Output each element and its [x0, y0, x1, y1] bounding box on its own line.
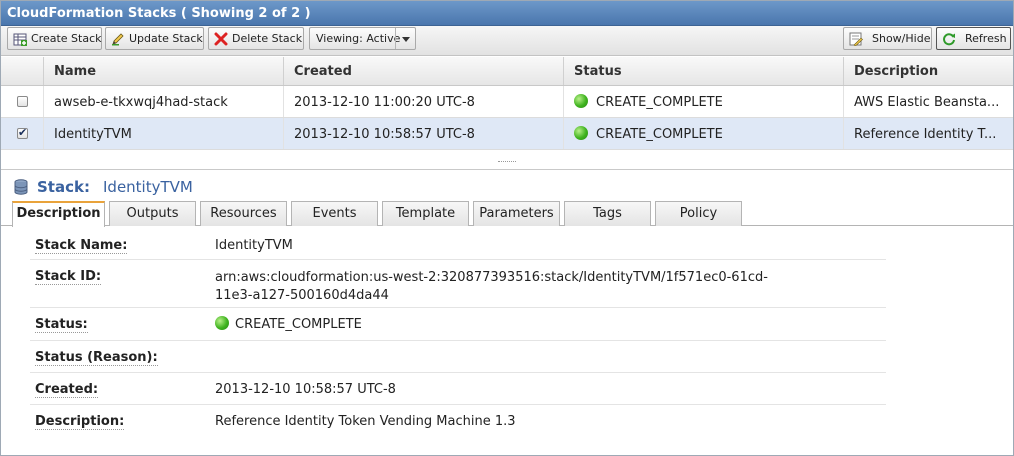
row-description-cell: AWS Elastic Beansta... — [844, 86, 1013, 117]
tab-description[interactable]: Description — [12, 201, 105, 227]
row-status: CREATE_COMPLETE — [596, 95, 723, 110]
database-icon — [14, 179, 28, 195]
detail-row-description: Description: Reference Identity Token Ve… — [30, 405, 886, 437]
detail-row-created: Created: 2013-12-10 10:58:57 UTC-8 — [30, 373, 886, 405]
header-name-label: Name — [54, 64, 97, 79]
row-status-cell: CREATE_COMPLETE — [564, 86, 844, 117]
stack-id-line2: 11e3-a127-500160d4da44 — [215, 288, 389, 303]
row-created: 2013-12-10 11:00:20 UTC-8 — [294, 95, 475, 110]
viewing-filter-dropdown[interactable]: Viewing: Active — [309, 27, 416, 50]
row-status-cell: CREATE_COMPLETE — [564, 118, 844, 149]
description-label: Description: — [35, 414, 125, 430]
header-created[interactable]: Created — [284, 57, 564, 85]
row-description: AWS Elastic Beansta... — [854, 95, 1000, 110]
detail-row-stack-name: Stack Name: IdentityTVM — [30, 230, 886, 260]
created-value: 2013-12-10 10:58:57 UTC-8 — [215, 382, 396, 397]
row-checkbox[interactable] — [17, 126, 28, 139]
stack-name-label: Stack Name: — [35, 238, 128, 254]
row-checkbox[interactable] — [17, 96, 28, 107]
create-stack-icon — [13, 33, 27, 46]
header-description[interactable]: Description — [844, 57, 1013, 85]
status-value: CREATE_COMPLETE — [235, 317, 362, 332]
update-stack-button[interactable]: Update Stack — [105, 27, 204, 50]
row-created-cell: 2013-12-10 10:58:57 UTC-8 — [284, 118, 564, 149]
row-description-cell: Reference Identity T... — [844, 118, 1013, 149]
stack-heading-value: IdentityTVM — [103, 178, 193, 196]
row-status: CREATE_COMPLETE — [596, 127, 723, 142]
stack-name-value: IdentityTVM — [215, 238, 293, 253]
show-hide-label: Show/Hide — [872, 32, 931, 45]
stack-id-line1: arn:aws:cloudformation:us-west-2:3208773… — [215, 270, 768, 285]
delete-stack-label: Delete Stack — [232, 32, 303, 45]
detail-row-status-reason: Status (Reason): — [30, 341, 886, 373]
pencil-icon — [112, 33, 124, 46]
stacks-grid-header: Name Created Status Description — [1, 57, 1013, 86]
detail-row-stack-id: Stack ID: arn:aws:cloudformation:us-west… — [30, 260, 886, 308]
status-value-wrap: CREATE_COMPLETE — [215, 316, 362, 334]
window-titlebar: CloudFormation Stacks ( Showing 2 of 2 ) — [1, 1, 1013, 26]
tab-events[interactable]: Events — [291, 201, 378, 226]
status-ok-icon — [574, 94, 588, 108]
refresh-label: Refresh — [965, 32, 1007, 45]
splitter-grip-icon[interactable] — [498, 161, 516, 165]
table-row[interactable]: awseb-e-tkxwqj4had-stack 2013-12-10 11:0… — [1, 86, 1013, 118]
tab-tags[interactable]: Tags — [564, 201, 651, 226]
row-select-cell — [1, 118, 44, 149]
header-select-column — [1, 57, 44, 85]
status-ok-icon — [215, 316, 229, 330]
refresh-button[interactable]: Refresh — [936, 27, 1011, 50]
header-name[interactable]: Name — [44, 57, 284, 85]
row-created-cell: 2013-12-10 11:00:20 UTC-8 — [284, 86, 564, 117]
chevron-down-icon[interactable] — [395, 28, 415, 49]
header-description-label: Description — [854, 64, 939, 79]
row-name-cell: IdentityTVM — [44, 118, 284, 149]
stack-id-label: Stack ID: — [35, 269, 102, 285]
status-reason-label: Status (Reason): — [35, 350, 158, 366]
tab-resources[interactable]: Resources — [200, 201, 287, 226]
tab-parameters[interactable]: Parameters — [473, 201, 560, 226]
refresh-icon — [943, 33, 955, 46]
create-stack-button[interactable]: Create Stack — [7, 27, 102, 50]
status-label: Status: — [35, 317, 88, 333]
row-name-cell: awseb-e-tkxwqj4had-stack — [44, 86, 284, 117]
detail-row-status: Status: CREATE_COMPLETE — [30, 308, 886, 341]
stack-heading-key: Stack: — [37, 178, 90, 196]
header-created-label: Created — [294, 64, 352, 79]
update-stack-label: Update Stack — [129, 32, 203, 45]
status-ok-icon — [574, 126, 588, 140]
viewing-filter-label: Viewing: Active — [316, 32, 401, 45]
header-status-label: Status — [574, 64, 622, 79]
row-created: 2013-12-10 10:58:57 UTC-8 — [294, 127, 475, 142]
tab-outputs[interactable]: Outputs — [109, 201, 196, 226]
create-stack-label: Create Stack — [31, 32, 102, 45]
window-title: CloudFormation Stacks ( Showing 2 of 2 ) — [7, 6, 311, 21]
detail-tabs: Description Outputs Resources Events Tem… — [1, 201, 1013, 227]
row-select-cell — [1, 86, 44, 117]
tab-template[interactable]: Template — [382, 201, 469, 226]
show-hide-icon — [849, 32, 863, 46]
created-label: Created: — [35, 382, 99, 398]
delete-stack-button[interactable]: Delete Stack — [208, 27, 304, 50]
description-value: Reference Identity Token Vending Machine… — [215, 414, 516, 429]
row-name: IdentityTVM — [54, 127, 132, 142]
delete-x-icon — [214, 32, 228, 46]
row-name: awseb-e-tkxwqj4had-stack — [54, 95, 228, 110]
header-status[interactable]: Status — [564, 57, 844, 85]
row-description: Reference Identity T... — [854, 127, 997, 142]
table-row[interactable]: IdentityTVM 2013-12-10 10:58:57 UTC-8 CR… — [1, 118, 1013, 150]
show-hide-button[interactable]: Show/Hide — [843, 27, 932, 50]
toolbar: Create Stack Update Stack Delete Stack V… — [1, 26, 1013, 56]
panel-splitter[interactable] — [1, 150, 1013, 170]
tab-policy[interactable]: Policy — [655, 201, 742, 226]
